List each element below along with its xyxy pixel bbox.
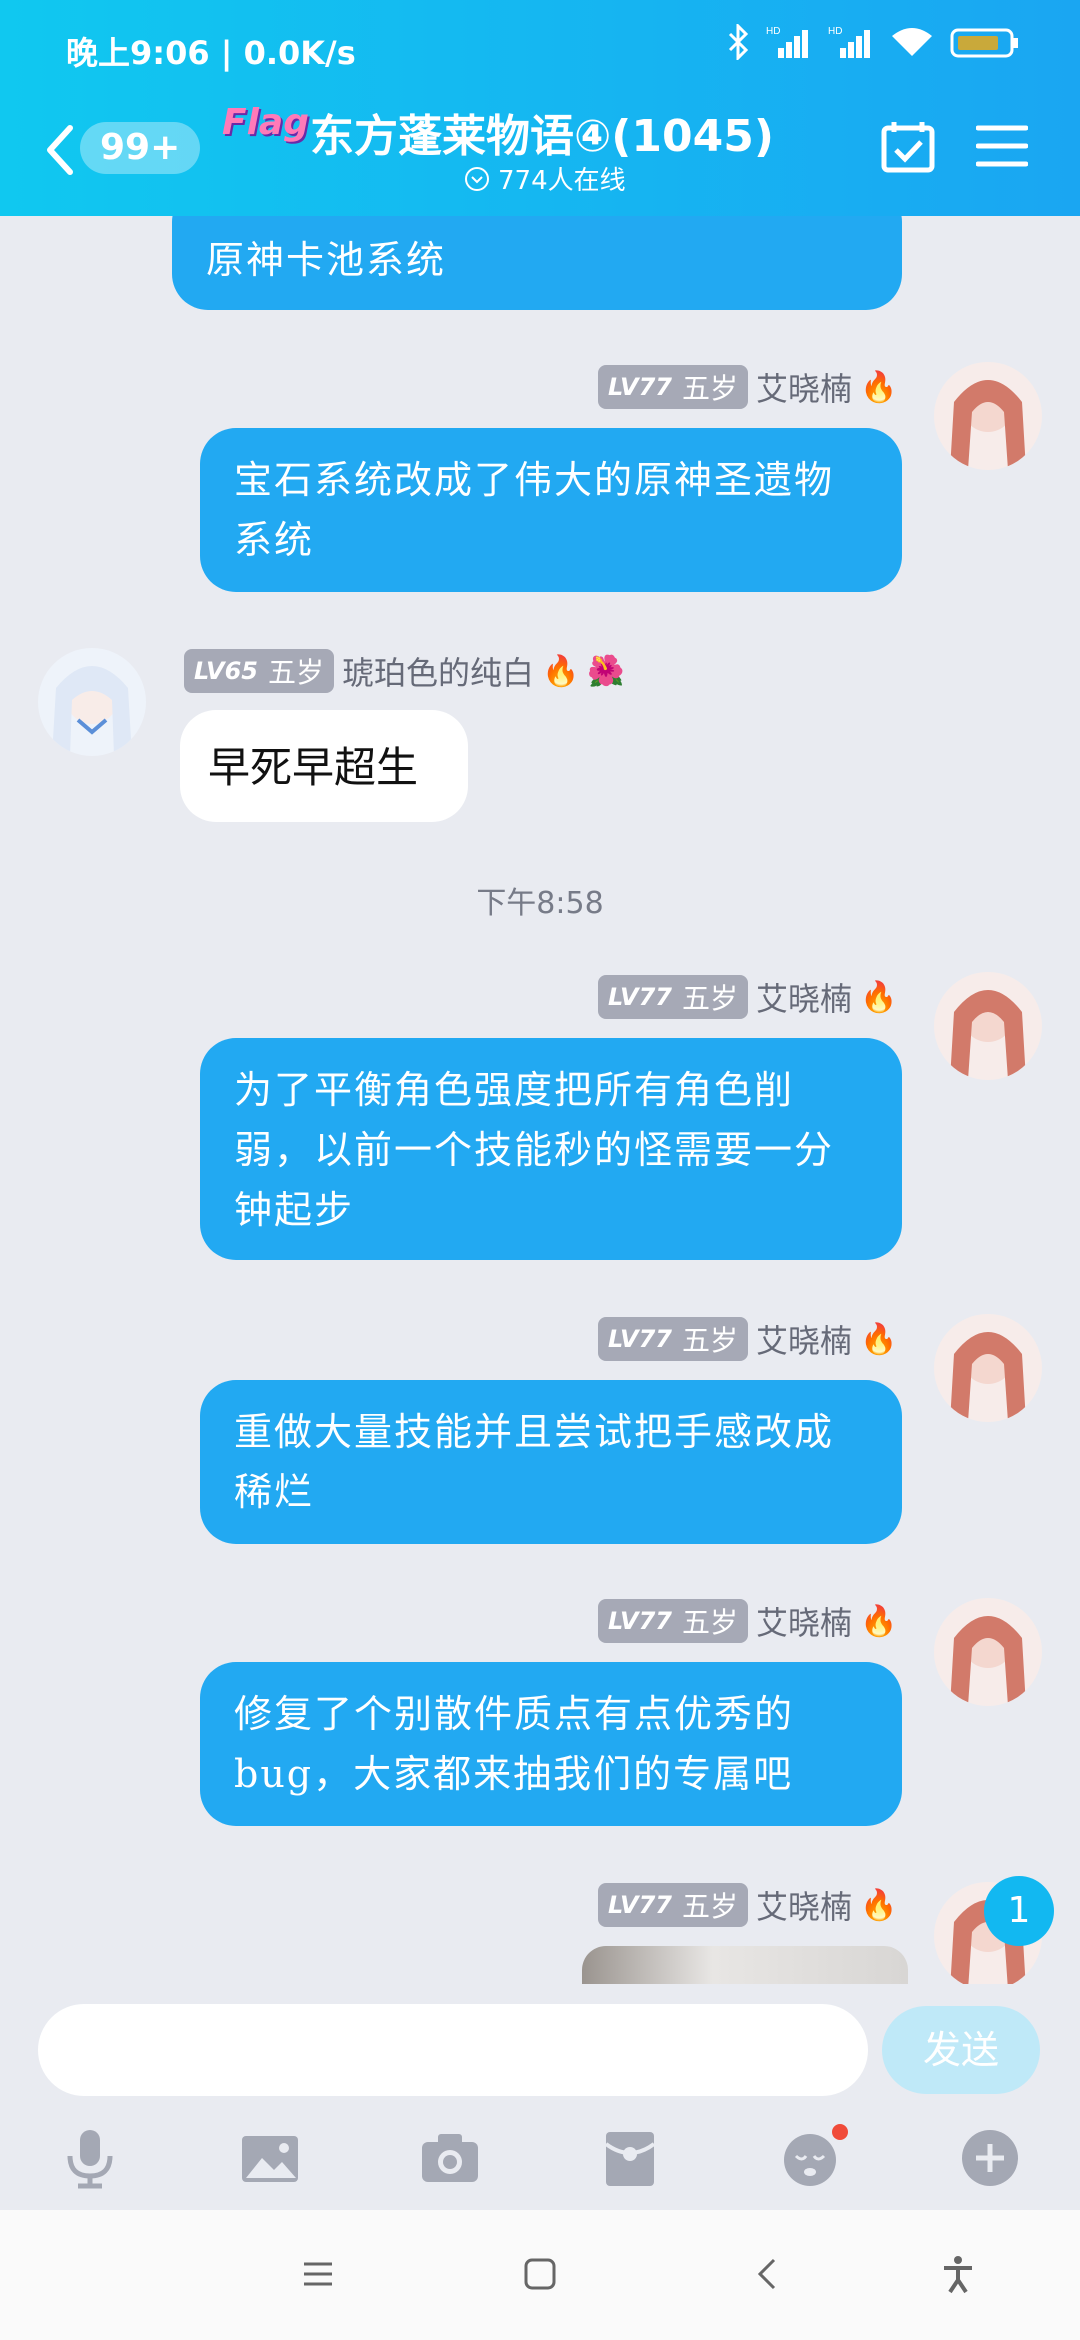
image-icon[interactable] xyxy=(238,2126,302,2190)
level-badge: LV77 五岁 xyxy=(598,1317,748,1361)
fire-icon: 🔥 xyxy=(860,1603,898,1639)
message-bubble[interactable]: 早死早超生 xyxy=(180,710,468,822)
title-bar: 99+ Flag 东方蓬莱物语④(1045) 774人在线 xyxy=(0,96,1080,216)
unread-badge[interactable]: 99+ xyxy=(80,122,201,174)
recent-apps-icon[interactable] xyxy=(298,2254,338,2294)
online-count: 774人在线 xyxy=(498,166,626,196)
level-badge: LV77 五岁 xyxy=(598,1599,748,1643)
battery-icon xyxy=(950,28,1018,58)
level-badge: LV65 五岁 xyxy=(184,649,334,693)
avatar[interactable] xyxy=(934,1598,1042,1706)
message-bubble[interactable]: 为了平衡角色强度把所有角色削弱，以前一个技能秒的怪需要一分钟起步 xyxy=(200,1038,902,1260)
message-list[interactable]: 原神卡池系统 LV77 五岁 艾晓楠 🔥 宝石系统改成了伟大的原神圣遗物系统 LV… xyxy=(0,216,1080,1984)
message-bubble[interactable]: 宝石系统改成了伟大的原神圣遗物系统 xyxy=(200,428,902,592)
accessibility-icon[interactable] xyxy=(938,2254,978,2294)
calendar-check-icon[interactable] xyxy=(880,118,936,174)
menu-icon[interactable] xyxy=(976,122,1028,170)
fire-icon: 🔥 xyxy=(860,1887,898,1923)
new-message-count[interactable]: 1 xyxy=(984,1876,1054,1946)
sender-name[interactable]: 艾晓楠 xyxy=(756,364,852,410)
signal-icon: HD xyxy=(766,26,808,58)
avatar[interactable] xyxy=(934,362,1042,470)
sender-info: LV77 五岁 艾晓楠 🔥 xyxy=(598,1316,897,1362)
sender-name[interactable]: 艾晓楠 xyxy=(756,1316,852,1362)
sender-name[interactable]: 艾晓楠 xyxy=(756,1882,852,1928)
bluetooth-icon xyxy=(728,24,749,60)
sender-name[interactable]: 艾晓楠 xyxy=(756,974,852,1020)
sender-info: LV77 五岁 艾晓楠 🔥 xyxy=(598,974,897,1020)
fire-icon: 🔥 xyxy=(860,369,898,405)
sender-name[interactable]: 艾晓楠 xyxy=(756,1598,852,1644)
plus-icon[interactable] xyxy=(958,2126,1022,2190)
back-icon[interactable] xyxy=(748,2254,788,2294)
message-bubble[interactable]: 原神卡池系统 xyxy=(172,216,902,310)
home-icon[interactable] xyxy=(520,2254,560,2294)
fire-icon: 🔥 xyxy=(542,653,580,689)
level-badge: LV77 五岁 xyxy=(598,1883,748,1927)
avatar[interactable] xyxy=(38,648,146,756)
chat-title[interactable]: 东方蓬莱物语④(1045) xyxy=(310,100,774,164)
message-input[interactable] xyxy=(38,2004,868,2096)
toolbar xyxy=(0,2118,1080,2198)
message-bubble[interactable]: 重做大量技能并且尝试把手感改成稀烂 xyxy=(200,1380,902,1544)
status-icons: HD HD xyxy=(728,24,1020,60)
chevron-down-circle-icon xyxy=(465,166,489,191)
flag-logo: Flag xyxy=(222,102,309,143)
sender-info: LV65 五岁 琥珀色的纯白 🔥 🌺 xyxy=(184,648,625,694)
mic-icon[interactable] xyxy=(58,2126,122,2190)
emoji-button[interactable] xyxy=(778,2124,848,2190)
notification-dot xyxy=(832,2124,848,2140)
sender-info: LV77 五岁 艾晓楠 🔥 xyxy=(598,1882,897,1928)
svg-text:HD: HD xyxy=(766,26,780,37)
system-nav-bar xyxy=(0,2210,1080,2340)
signal-icon-2: HD xyxy=(828,26,870,58)
wifi-icon xyxy=(892,28,932,56)
status-time: 晚上9:06 | 0.0K/s xyxy=(66,34,356,72)
avatar[interactable] xyxy=(934,1314,1042,1422)
send-button[interactable]: 发送 xyxy=(882,2006,1040,2094)
red-packet-icon[interactable] xyxy=(598,2126,662,2190)
sender-info: LV77 五岁 艾晓楠 🔥 xyxy=(598,1598,897,1644)
timestamp: 下午8:58 xyxy=(476,886,604,921)
sender-info: LV77 五岁 艾晓楠 🔥 xyxy=(598,364,897,410)
avatar[interactable] xyxy=(934,972,1042,1080)
fire-icon: 🔥 xyxy=(860,1321,898,1357)
back-arrow-icon[interactable] xyxy=(40,120,80,180)
header: 晚上9:06 | 0.0K/s HD HD 99+ Flag 东方蓬莱物语④(1… xyxy=(0,0,1080,216)
level-badge: LV77 五岁 xyxy=(598,975,748,1019)
fire-icon: 🔥 xyxy=(860,979,898,1015)
level-badge: LV77 五岁 xyxy=(598,365,748,409)
status-bar: 晚上9:06 | 0.0K/s HD HD xyxy=(0,0,1080,96)
flower-icon: 🌺 xyxy=(587,653,625,689)
input-bar: 发送 xyxy=(0,1984,1080,2208)
sender-name[interactable]: 琥珀色的纯白 xyxy=(342,648,534,694)
camera-icon[interactable] xyxy=(418,2126,482,2190)
image-message[interactable] xyxy=(582,1946,908,1984)
svg-text:HD: HD xyxy=(828,26,842,37)
message-bubble[interactable]: 修复了个别散件质点有点优秀的bug，大家都来抽我们的专属吧 xyxy=(200,1662,902,1826)
online-status[interactable]: 774人在线 xyxy=(464,160,626,197)
